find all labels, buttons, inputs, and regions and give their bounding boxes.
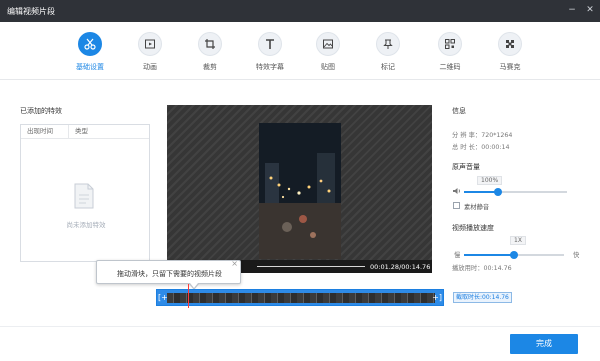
- volume-slider[interactable]: [464, 188, 567, 196]
- tab-mark[interactable]: 标记: [361, 32, 415, 72]
- qrcode-icon: [438, 32, 462, 56]
- audio-title: 原声音量: [452, 163, 480, 171]
- volume-value: 100%: [477, 176, 503, 185]
- column-appear-time: 出现时间: [21, 125, 69, 138]
- tab-label: 二维码: [439, 63, 461, 71]
- effects-title: 已添加的特效: [20, 107, 62, 115]
- speed-title: 视频播放速度: [452, 224, 494, 232]
- tab-label: 标记: [381, 63, 395, 71]
- speed-value: 1X: [510, 236, 526, 245]
- clip-duration-label: 截取时长:00:14.76: [453, 292, 512, 303]
- speed-knob[interactable]: [510, 251, 518, 259]
- mosaic-icon: [498, 32, 522, 56]
- tooltip-close-button[interactable]: ×: [231, 259, 238, 268]
- scissors-icon: [78, 32, 102, 56]
- effects-list: 出现时间 类型 尚未添加特效: [20, 124, 150, 262]
- tab-label: 贴图: [321, 63, 335, 71]
- tab-label: 动画: [143, 63, 157, 71]
- video-frame: [259, 123, 341, 259]
- playback-progress[interactable]: [257, 266, 365, 267]
- toolbar: 基础设置 动画 裁剪 特效字幕 贴图 标记 二维码 马赛克: [0, 22, 600, 80]
- trim-end-handle[interactable]: +]: [432, 293, 442, 302]
- speed-fast-label: 快: [573, 252, 580, 259]
- hint-tooltip: 拖动滑块，只留下需要的视频片段 ×: [96, 259, 241, 290]
- tab-animation[interactable]: 动画: [123, 32, 177, 72]
- empty-document-icon: [73, 183, 95, 209]
- resolution-label: 分 辨 率：: [452, 132, 482, 139]
- duration-row: 总 时 长：00:00:14: [452, 142, 509, 151]
- duration-value: 00:00:14: [481, 144, 510, 151]
- timeline-thumbnails: [167, 293, 435, 303]
- speed-slow-label: 慢: [454, 252, 461, 259]
- resolution-value: 720*1264: [481, 132, 513, 139]
- effects-header: 出现时间 类型: [21, 125, 149, 139]
- title-bar: 编辑视频片段 − ✕: [0, 0, 600, 22]
- clip-timeline[interactable]: [+ +]: [156, 289, 444, 306]
- play-time-row: 播放用时：00:14.76: [452, 263, 512, 272]
- done-button[interactable]: 完成: [510, 334, 578, 354]
- image-icon: [316, 32, 340, 56]
- close-button[interactable]: ✕: [584, 4, 596, 16]
- tab-basic-settings[interactable]: 基础设置: [63, 32, 117, 72]
- tab-sticker[interactable]: 贴图: [301, 32, 355, 72]
- video-preview: 00:01.28/00:14.76: [167, 105, 432, 273]
- play-time-label: 播放用时：: [452, 265, 484, 272]
- timeline-playhead[interactable]: [188, 284, 189, 308]
- hint-text: 拖动滑块，只留下需要的视频片段: [117, 270, 222, 278]
- footer-divider: [0, 326, 600, 327]
- tab-mosaic[interactable]: 马赛克: [483, 32, 537, 72]
- tab-label: 特效字幕: [256, 63, 284, 71]
- tab-qrcode[interactable]: 二维码: [423, 32, 477, 72]
- play-time-value: 00:14.76: [483, 265, 512, 272]
- tab-label: 裁剪: [203, 63, 217, 71]
- tab-label: 基础设置: [76, 63, 104, 71]
- tab-subtitles[interactable]: 特效字幕: [243, 32, 297, 72]
- animation-icon: [138, 32, 162, 56]
- tab-label: 马赛克: [499, 63, 521, 71]
- speaker-icon: [452, 187, 461, 197]
- column-type: 类型: [75, 127, 88, 135]
- mute-checkbox[interactable]: [453, 202, 460, 209]
- duration-label: 总 时 长：: [452, 144, 482, 151]
- pin-icon: [376, 32, 400, 56]
- speed-slider[interactable]: [464, 251, 564, 259]
- mute-label: 素材静音: [464, 204, 490, 211]
- tab-crop[interactable]: 裁剪: [183, 32, 237, 72]
- crop-icon: [198, 32, 222, 56]
- video-thumbnail-image: [259, 123, 341, 259]
- speed-fill: [464, 254, 514, 256]
- window-title: 编辑视频片段: [7, 7, 55, 16]
- minimize-button[interactable]: −: [566, 4, 578, 16]
- volume-fill: [464, 191, 498, 193]
- info-title: 信息: [452, 107, 466, 115]
- empty-effects-text: 尚未添加特效: [66, 221, 106, 229]
- text-icon: [258, 32, 282, 56]
- playback-time: 00:01.28/00:14.76: [370, 263, 431, 271]
- resolution-row: 分 辨 率：720*1264: [452, 130, 512, 139]
- volume-knob[interactable]: [494, 188, 502, 196]
